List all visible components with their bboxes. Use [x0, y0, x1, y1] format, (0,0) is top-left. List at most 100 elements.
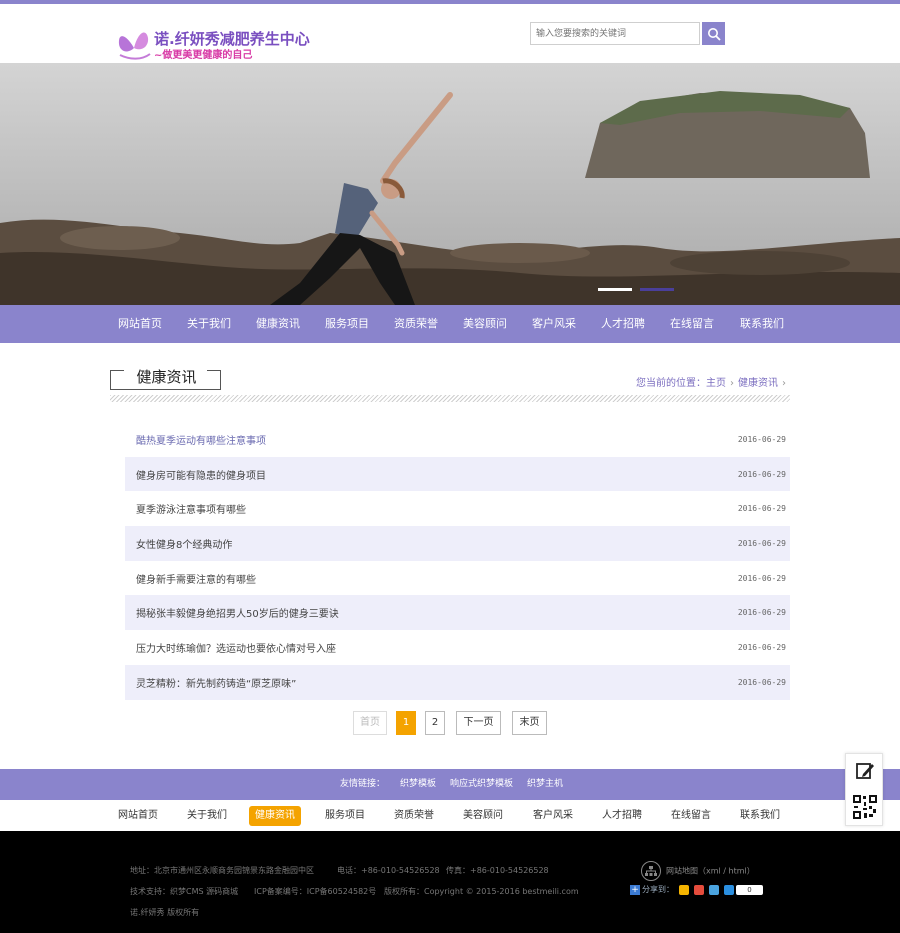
site-logo[interactable]: 诺.纤妍秀减肥养生中心 ~做更美更健康的自己: [116, 22, 316, 62]
list-item[interactable]: 夏季游泳注意事项有哪些 2016-06-29: [125, 491, 790, 526]
list-item[interactable]: 酷热夏季运动有哪些注意事项 2016-06-29: [125, 422, 790, 457]
friend-link[interactable]: 织梦模板: [400, 769, 436, 800]
share-label: 分享到：: [642, 885, 674, 894]
main-nav: 网站首页 关于我们 健康资讯 服务项目 资质荣誉 美容顾问 客户风采 人才招聘 …: [0, 305, 900, 343]
hero-banner: [0, 63, 900, 305]
footer-address: 地址：北京市通州区永顺商务园锦景东路金融园中区: [130, 866, 314, 875]
sitemap-link[interactable]: 网站地图（xml / html）: [641, 861, 755, 881]
qr-code-icon[interactable]: [852, 794, 878, 820]
footer-nav-careers[interactable]: 人才招聘: [596, 806, 648, 826]
footer-nav-contact[interactable]: 联系我们: [734, 806, 786, 826]
top-accent-line: [0, 0, 900, 4]
nav-home[interactable]: 网站首页: [118, 305, 162, 343]
footer-support[interactable]: 技术支持：织梦CMS 源码商城: [130, 886, 238, 897]
friend-link[interactable]: 响应式织梦模板: [450, 769, 513, 800]
site-footer: 地址：北京市通州区永顺商务园锦景东路金融园中区 电话：+86-010-54526…: [0, 831, 900, 933]
footer-nav-honors[interactable]: 资质荣誉: [388, 806, 440, 826]
search-icon: [707, 27, 721, 41]
qzone-share-icon[interactable]: [679, 884, 689, 895]
footer-nav-home[interactable]: 网站首页: [112, 806, 164, 826]
nav-careers[interactable]: 人才招聘: [601, 305, 645, 343]
list-item[interactable]: 灵芝精粉：新先制药铸造“原芝原味” 2016-06-29: [125, 664, 790, 700]
footer-nav-health-news[interactable]: 健康资讯: [249, 806, 301, 826]
article-title[interactable]: 酷热夏季运动有哪些注意事项: [136, 432, 266, 447]
article-title[interactable]: 女性健身8个经典动作: [136, 536, 232, 551]
share-count: 0: [736, 884, 763, 895]
article-title[interactable]: 健身新手需要注意的有哪些: [136, 571, 256, 586]
article-date: 2016-06-29: [737, 504, 786, 514]
nav-messages[interactable]: 在线留言: [670, 305, 714, 343]
section-divider: [110, 395, 790, 402]
nav-consultants[interactable]: 美容顾问: [463, 305, 507, 343]
article-list: 酷热夏季运动有哪些注意事项 2016-06-29 健身房可能有隐患的健身项目 201…: [125, 422, 790, 700]
butterfly-logo-icon: [118, 32, 151, 60]
pager-page-2[interactable]: 2: [425, 711, 445, 735]
friend-link[interactable]: 织梦主机: [527, 769, 563, 800]
sitemap-label: 网站地图（xml / html）: [666, 866, 755, 876]
article-date: 2016-06-29: [737, 434, 786, 444]
footer-nav-consultants[interactable]: 美容顾问: [457, 806, 509, 826]
footer-owner: 诺.纤妍秀 版权所有: [130, 908, 200, 917]
list-item[interactable]: 健身房可能有隐患的健身项目 2016-06-29: [125, 456, 790, 492]
share-plus-icon[interactable]: +: [630, 884, 640, 895]
footer-phone: 电话：+86-010-54526528: [337, 866, 440, 875]
pager-last[interactable]: 末页: [512, 711, 547, 735]
pager-first[interactable]: 首页: [353, 711, 387, 735]
nav-services[interactable]: 服务项目: [325, 305, 369, 343]
footer-nav-services[interactable]: 服务项目: [319, 806, 371, 826]
nav-honors[interactable]: 资质荣誉: [394, 305, 438, 343]
footer-nav-customers[interactable]: 客户风采: [527, 806, 579, 826]
friend-links-label: 友情链接：: [340, 779, 386, 789]
nav-contact[interactable]: 联系我们: [740, 305, 784, 343]
logo-slogan: ~做更美更健康的自己: [154, 50, 253, 61]
footer-nav: 网站首页 关于我们 健康资讯 服务项目 资质荣誉 美容顾问 客户风采 人才招聘 …: [0, 800, 900, 831]
yoga-banner-image: [0, 63, 900, 305]
breadcrumb: 您当前的位置：主页 › 健康资讯 ›: [636, 374, 790, 389]
article-title[interactable]: 夏季游泳注意事项有哪些: [136, 501, 246, 516]
list-item[interactable]: 女性健身8个经典动作 2016-06-29: [125, 526, 790, 561]
share-bar: + 分享到： 0: [630, 884, 763, 895]
pager-page-1[interactable]: 1: [396, 711, 416, 735]
article-title[interactable]: 压力大时练瑜伽？选运动也要依心情对号入座: [136, 640, 336, 655]
list-item[interactable]: 压力大时练瑜伽？选运动也要依心情对号入座 2016-06-29: [125, 630, 790, 665]
edit-message-icon[interactable]: [855, 761, 875, 781]
slide-dot-1[interactable]: [598, 288, 632, 291]
article-date: 2016-06-29: [737, 538, 786, 548]
pager-next[interactable]: 下一页: [456, 711, 501, 735]
article-date: 2016-06-29: [737, 573, 786, 583]
list-item[interactable]: 揭秘张丰毅健身绝招男人50岁后的健身三要诀 2016-06-29: [125, 595, 790, 631]
tencent-weibo-share-icon[interactable]: [709, 884, 719, 895]
nav-customers[interactable]: 客户风采: [532, 305, 576, 343]
weibo-share-icon[interactable]: [694, 884, 704, 895]
footer-icp[interactable]: ICP备案编号：ICP备60524582号: [254, 886, 376, 897]
breadcrumb-prefix: 您当前的位置：: [636, 378, 706, 389]
article-title[interactable]: 健身房可能有隐患的健身项目: [136, 467, 266, 482]
slide-dot-2[interactable]: [640, 288, 674, 291]
article-date: 2016-06-29: [737, 677, 786, 687]
renren-share-icon[interactable]: [724, 884, 734, 895]
footer-copyright: 版权所有：Copyright © 2015-2016 bestmeili.com: [384, 887, 579, 896]
chevron-right-icon: ›: [782, 378, 786, 389]
search-input[interactable]: [530, 22, 700, 45]
breadcrumb-current[interactable]: 健康资讯: [738, 378, 778, 389]
nav-health-news[interactable]: 健康资讯: [256, 305, 300, 343]
article-title[interactable]: 灵芝精粉：新先制药铸造“原芝原味”: [136, 675, 296, 690]
chevron-right-icon: ›: [730, 378, 734, 389]
footer-nav-messages[interactable]: 在线留言: [665, 806, 717, 826]
sitemap-icon: [641, 861, 661, 881]
nav-about[interactable]: 关于我们: [187, 305, 231, 343]
article-date: 2016-06-29: [737, 469, 786, 479]
section-title-frame: 健康资讯: [110, 368, 221, 390]
article-date: 2016-06-29: [737, 608, 786, 618]
side-float-widget: [845, 753, 883, 826]
footer-nav-about[interactable]: 关于我们: [181, 806, 233, 826]
search-box: [530, 22, 726, 45]
list-item[interactable]: 健身新手需要注意的有哪些 2016-06-29: [125, 561, 790, 596]
search-button[interactable]: [702, 22, 725, 45]
footer-fax: 传真：+86-010-54526528: [446, 866, 549, 875]
page-title: 健康资讯: [136, 368, 197, 386]
article-title[interactable]: 揭秘张丰毅健身绝招男人50岁后的健身三要诀: [136, 605, 339, 620]
friend-links-bar: 友情链接： 织梦模板 响应式织梦模板 织梦主机: [0, 769, 900, 800]
article-date: 2016-06-29: [737, 642, 786, 652]
breadcrumb-home[interactable]: 主页: [706, 378, 726, 389]
